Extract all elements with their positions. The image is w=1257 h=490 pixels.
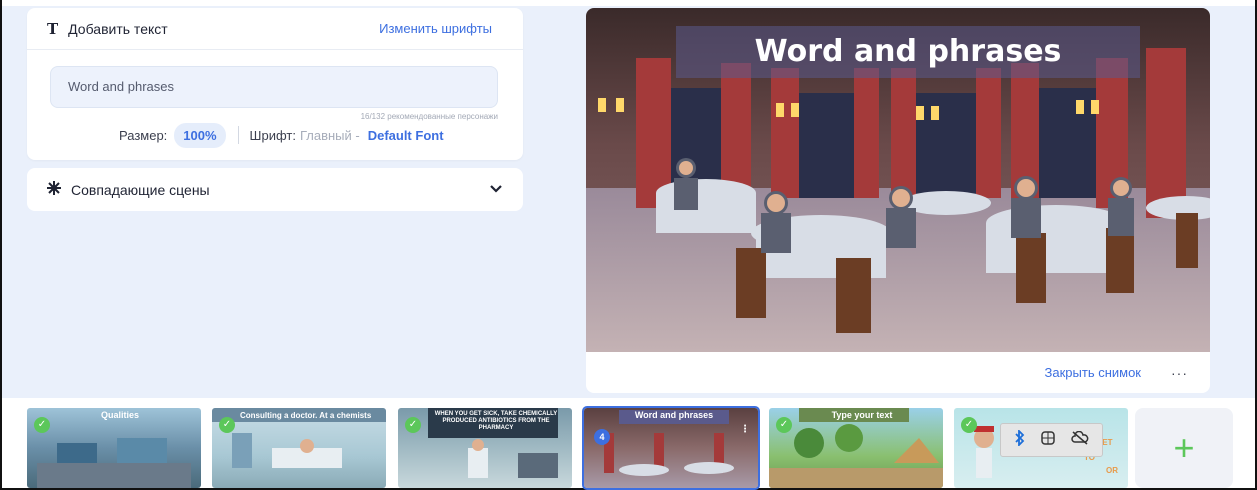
- preview-footer: Закрыть снимок ···: [586, 352, 1210, 393]
- check-icon: ✓: [405, 417, 421, 433]
- scene-thumbnail[interactable]: Consulting a doctor. At a chemists ✓: [212, 408, 386, 488]
- scene-number-badge: 4: [594, 429, 610, 445]
- top-edge: [2, 0, 1255, 6]
- matching-scenes-panel[interactable]: Совпадающие сцены: [27, 168, 523, 211]
- close-snapshot-button[interactable]: Закрыть снимок: [1045, 365, 1141, 380]
- cloud-offline-icon[interactable]: [1071, 430, 1089, 450]
- text-input[interactable]: Word and phrases: [50, 66, 498, 108]
- divider: [237, 126, 239, 144]
- default-font-button[interactable]: Default Font: [368, 128, 444, 143]
- add-text-title: Добавить текст: [68, 20, 168, 37]
- thumbnail-caption: Qualities: [100, 410, 139, 420]
- thumbnail-caption: Word and phrases: [634, 410, 714, 420]
- check-icon: ✓: [219, 417, 235, 433]
- change-fonts-link[interactable]: Изменить шрифты: [379, 21, 492, 36]
- scenes-icon: [47, 181, 61, 198]
- scene-thumbnail[interactable]: Type your text ✓: [769, 408, 943, 488]
- more-options-icon[interactable]: ···: [1171, 365, 1188, 381]
- scene-thumbnail-active[interactable]: Word and phrases 4 ⋮: [582, 406, 760, 490]
- add-text-header: T Добавить текст Изменить шрифты: [27, 8, 523, 50]
- scene-thumbnail[interactable]: WHEN YOU GET SICK, TAKE CHEMICALLY PRODU…: [398, 408, 572, 488]
- thumbnail-menu-icon[interactable]: ⋮: [740, 424, 750, 435]
- plus-icon: +: [1173, 427, 1195, 468]
- thumbnail-caption: Type your text: [831, 410, 893, 420]
- system-tray-popup: [1000, 423, 1103, 457]
- bluetooth-icon[interactable]: [1014, 428, 1026, 451]
- add-scene-button[interactable]: +: [1135, 408, 1233, 488]
- add-text-panel: T Добавить текст Изменить шрифты Word an…: [27, 8, 523, 160]
- chevron-down-icon[interactable]: [489, 181, 503, 199]
- preview-panel: Word and phrases Закрыть снимок ···: [586, 8, 1210, 393]
- thumbnail-caption: WHEN YOU GET SICK, TAKE CHEMICALLY PRODU…: [434, 411, 558, 431]
- recommend-note: 16/132 рекомендованные персонажи: [360, 112, 498, 121]
- preview-title-overlay[interactable]: Word and phrases: [676, 26, 1140, 78]
- thumbnail-caption-3: OR: [1106, 466, 1118, 475]
- security-icon[interactable]: [1040, 430, 1056, 451]
- scene-thumbnail[interactable]: Qualities ✓: [27, 408, 201, 488]
- check-icon: ✓: [34, 417, 50, 433]
- font-main-label: Главный -: [299, 127, 360, 143]
- matching-scenes-title: Совпадающие сцены: [71, 181, 210, 198]
- font-label: Шрифт:: [249, 127, 296, 143]
- check-icon: ✓: [776, 417, 792, 433]
- size-font-row: Размер: 100% Шрифт: Главный - Default Fo…: [119, 122, 444, 148]
- size-label: Размер:: [119, 127, 168, 143]
- check-icon: ✓: [961, 417, 977, 433]
- size-value-button[interactable]: 100%: [174, 122, 226, 148]
- thumbnail-caption: Consulting a doctor. At a chemists: [240, 411, 372, 420]
- text-icon: T: [47, 19, 59, 38]
